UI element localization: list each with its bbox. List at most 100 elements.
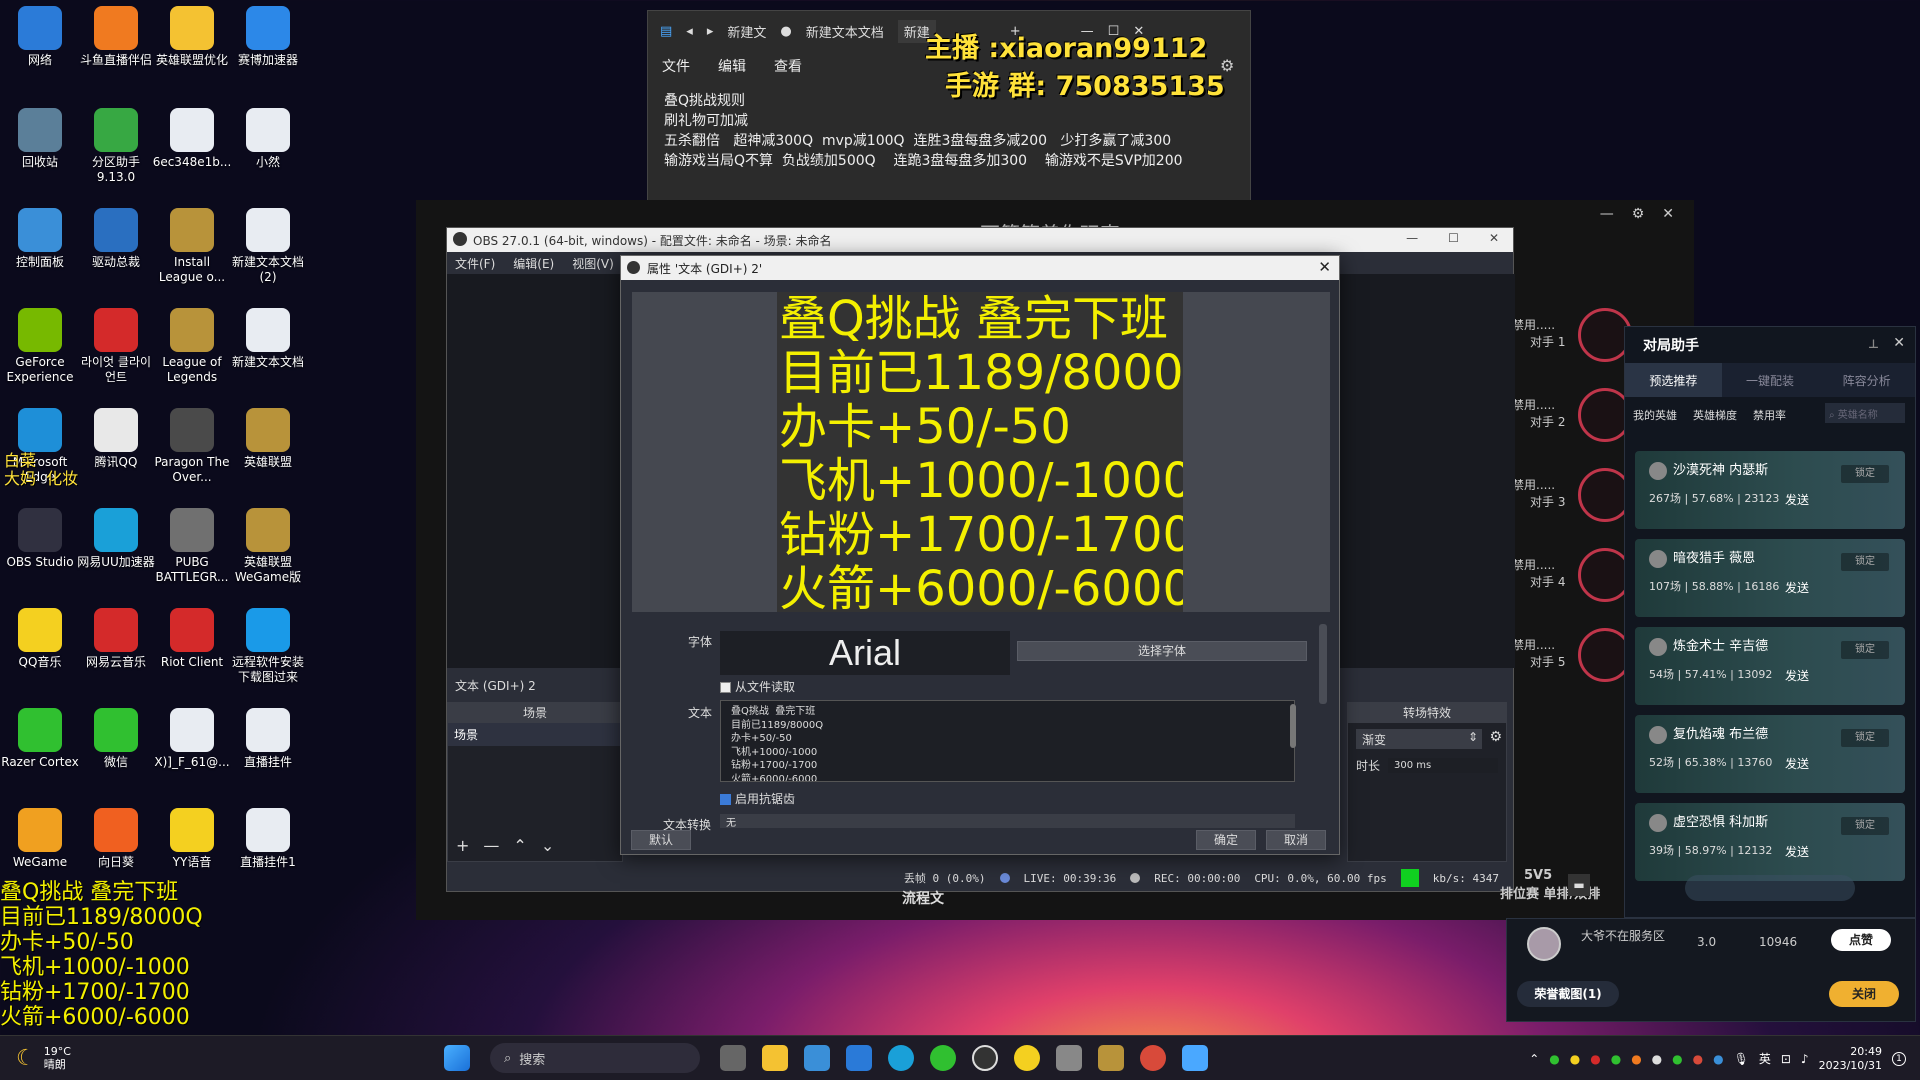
notepad-tab-1[interactable]: 新建文 <box>727 22 766 41</box>
send-button[interactable]: 发送 <box>1785 755 1809 772</box>
obs-icon[interactable] <box>972 1045 998 1071</box>
task-view-icon[interactable] <box>720 1045 746 1071</box>
tray-app-icon[interactable]: ● <box>1652 1052 1662 1066</box>
tray-app-icon[interactable]: ● <box>1631 1052 1641 1066</box>
desktop-icon[interactable]: Install League o... <box>152 208 232 285</box>
league-icon[interactable] <box>1098 1045 1124 1071</box>
menu-file[interactable]: 文件 <box>662 56 690 76</box>
game-icon[interactable] <box>1056 1045 1082 1071</box>
desktop-icon[interactable]: 新建文本文档 <box>228 308 308 370</box>
menu-file[interactable]: 文件(F) <box>455 255 495 272</box>
desktop-icon[interactable]: 新建文本文档 (2) <box>228 208 308 285</box>
close-icon[interactable]: ✕ <box>1318 258 1331 276</box>
minimize-icon[interactable]: — <box>1406 231 1418 245</box>
tab-forward-icon[interactable]: ▸ <box>707 24 714 39</box>
desktop-icon[interactable]: 驱动总裁 <box>76 208 156 270</box>
opponent-row[interactable]: 禁用..... 对手 3 <box>1512 476 1565 510</box>
duration-input[interactable]: 300 ms <box>1388 758 1498 773</box>
send-button[interactable]: 发送 <box>1785 579 1809 596</box>
file-explorer-icon[interactable] <box>762 1045 788 1071</box>
desktop-icon[interactable]: 赛博加速器 <box>228 6 308 68</box>
close-icon[interactable]: ✕ <box>1893 335 1905 351</box>
chat-icon[interactable]: ▬ <box>1568 874 1590 896</box>
volume-icon[interactable]: ♪ <box>1801 1052 1809 1066</box>
desktop-icon[interactable]: 远程软件安装下载图过来 <box>228 608 308 685</box>
tray-app-icon[interactable]: ● <box>1672 1052 1682 1066</box>
close-icon[interactable]: ✕ <box>1662 206 1674 222</box>
ok-button[interactable]: 确定 <box>1196 830 1256 850</box>
tab-equip[interactable]: 一键配装 <box>1722 363 1819 397</box>
lock-button[interactable]: 锁定 <box>1841 729 1889 747</box>
menu-edit[interactable]: 编辑(E) <box>513 255 554 272</box>
hero-card[interactable]: 沙漠死神 内瑟斯 267场 | 57.68% | 23123 发送 锁定 <box>1635 451 1905 529</box>
move-down-icon[interactable]: ⌄ <box>541 836 554 855</box>
ime-indicator[interactable]: 英 <box>1759 1050 1771 1067</box>
cancel-button[interactable]: 取消 <box>1266 830 1326 850</box>
opponent-row[interactable]: 禁用..... 对手 1 <box>1512 316 1565 350</box>
text-input[interactable]: 叠Q挑战 叠完下班 目前已1189/8000Q 办卡+50/-50 飞机+100… <box>720 700 1295 782</box>
desktop-icon[interactable]: League of Legends <box>152 308 232 385</box>
desktop-icon[interactable]: 控制面板 <box>0 208 80 270</box>
desktop-icon[interactable]: PUBG BATTLEGR... <box>152 508 232 585</box>
desktop-icon[interactable]: GeForce Experience <box>0 308 80 385</box>
clock[interactable]: 20:49 2023/10/31 <box>1819 1045 1882 1073</box>
default-button[interactable]: 默认 <box>631 830 691 850</box>
opponent-row[interactable]: 禁用..... 对手 2 <box>1512 396 1565 430</box>
desktop-icon[interactable]: 6ec348e1b... <box>152 108 232 170</box>
microphone-icon[interactable]: 🎙 <box>1734 1052 1749 1066</box>
desktop-icon[interactable]: 回收站 <box>0 108 80 170</box>
weather-widget[interactable]: ☾ 19°C 晴朗 <box>16 1045 436 1071</box>
scene-item[interactable]: 场景 <box>448 723 622 746</box>
desktop-icon[interactable]: 英雄联盟优化 <box>152 6 232 68</box>
tray-app-icon[interactable]: ● <box>1590 1052 1600 1066</box>
antialias-checkbox[interactable]: 启用抗锯齿 <box>720 790 795 807</box>
start-icon[interactable] <box>444 1045 470 1071</box>
pin-icon[interactable]: ⊥ <box>1868 337 1879 351</box>
settings-gear-icon[interactable]: ⚙ <box>1220 56 1234 75</box>
desktop-icon[interactable]: YY语音 <box>152 808 232 870</box>
desktop-icon[interactable]: 分区助手 9.13.0 <box>76 108 156 185</box>
desktop-icon[interactable]: 直播挂件1 <box>228 808 308 870</box>
chrome-icon[interactable] <box>1140 1045 1166 1071</box>
menu-edit[interactable]: 编辑 <box>718 56 746 76</box>
notepad-icon[interactable] <box>1182 1045 1208 1071</box>
desktop-icon[interactable]: X)]_F_61@... <box>152 708 232 770</box>
mail-icon[interactable] <box>846 1045 872 1071</box>
desktop-icon[interactable]: 网易云音乐 <box>76 608 156 670</box>
transition-select[interactable]: 渐变 ⇕ <box>1356 729 1482 749</box>
send-button[interactable]: 发送 <box>1785 667 1809 684</box>
lock-button[interactable]: 锁定 <box>1841 553 1889 571</box>
lock-button[interactable]: 锁定 <box>1841 817 1889 835</box>
desktop-icon[interactable]: 微信 <box>76 708 156 770</box>
tab-back-icon[interactable]: ◂ <box>686 24 693 39</box>
close-icon[interactable]: ✕ <box>1489 231 1499 245</box>
tray-app-icon[interactable]: ● <box>1570 1052 1580 1066</box>
desktop-icon[interactable]: 英雄联盟WeGame版 <box>228 508 308 585</box>
qqmusic-icon[interactable] <box>1014 1045 1040 1071</box>
opponent-row[interactable]: 禁用..... 对手 4 <box>1512 556 1565 590</box>
menu-view[interactable]: 视图(V) <box>572 255 614 272</box>
transition-gear-icon[interactable]: ⚙ <box>1489 729 1502 745</box>
notepad-tab-2[interactable]: 新建文本文档 <box>806 22 884 41</box>
hero-card[interactable]: 暗夜猎手 薇恩 107场 | 58.88% | 16186 发送 锁定 <box>1635 539 1905 617</box>
subtab-ban-rate[interactable]: 禁用率 <box>1753 407 1786 423</box>
hero-card[interactable]: 炼金术士 辛吉德 54场 | 57.41% | 13092 发送 锁定 <box>1635 627 1905 705</box>
hero-card[interactable]: 复仇焰魂 布兰德 52场 | 65.38% | 13760 发送 锁定 <box>1635 715 1905 793</box>
edge-icon[interactable] <box>888 1045 914 1071</box>
desktop-icon[interactable]: WeGame <box>0 808 80 870</box>
notification-badge[interactable]: 1 <box>1892 1051 1906 1066</box>
tray-app-icon[interactable]: ● <box>1611 1052 1621 1066</box>
desktop-icon[interactable]: QQ音乐 <box>0 608 80 670</box>
desktop-icon[interactable]: 小然 <box>228 108 308 170</box>
opponent-row[interactable]: 禁用..... 对手 5 <box>1512 636 1565 670</box>
remove-scene-icon[interactable]: — <box>483 836 499 855</box>
desktop-icon[interactable]: Razer Cortex <box>0 708 80 770</box>
add-scene-icon[interactable]: + <box>456 836 469 855</box>
desktop-icon[interactable]: Riot Client <box>152 608 232 670</box>
desktop-icon[interactable]: 腾讯QQ <box>76 408 156 470</box>
tray-app-icon[interactable]: ● <box>1549 1052 1559 1066</box>
menu-view[interactable]: 查看 <box>774 56 802 76</box>
subtab-my-heroes[interactable]: 我的英雄 <box>1633 407 1677 423</box>
tab-recommend[interactable]: 预选推荐 <box>1625 363 1722 397</box>
desktop-icon[interactable]: 英雄联盟 <box>228 408 308 470</box>
